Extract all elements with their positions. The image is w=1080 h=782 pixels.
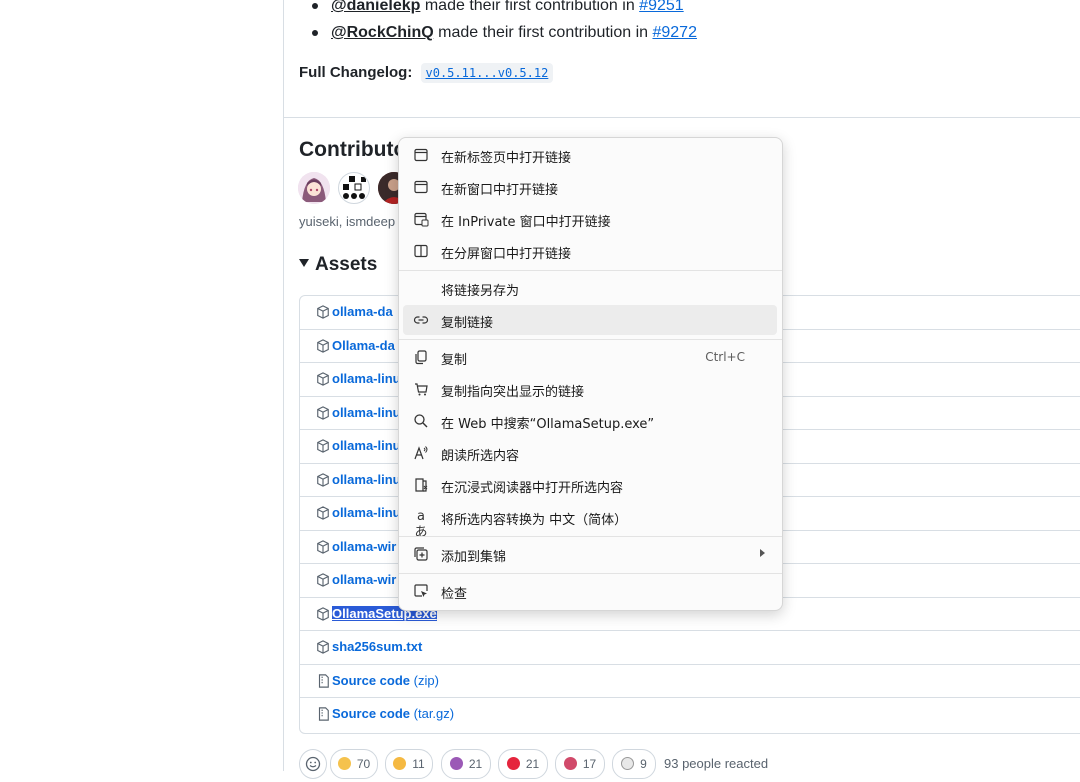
menu-separator: [399, 536, 782, 537]
table-row: Source code (zip): [300, 664, 1080, 698]
package-icon: [317, 406, 329, 420]
compare-link[interactable]: v0.5.11...v0.5.12: [420, 63, 554, 83]
reaction-eyes[interactable]: 9: [612, 749, 656, 779]
new-contributors-list: @danielekp made their first contribution…: [312, 0, 697, 46]
menu-item-open-inprivate[interactable]: 在 InPrivate 窗口中打开链接: [403, 204, 777, 234]
immersive-reader-icon: [415, 478, 428, 492]
user-link[interactable]: @danielekp: [331, 0, 420, 14]
triangle-down-icon: [299, 259, 309, 267]
package-icon: [317, 573, 329, 587]
reactions-summary: 93 people reacted: [664, 756, 769, 771]
chevron-right-icon: [760, 549, 765, 557]
menu-item-copy-highlight-link[interactable]: 复制指向突出显示的链接: [403, 374, 777, 404]
asset-link[interactable]: Source code (zip): [332, 673, 439, 688]
package-icon: [317, 439, 329, 453]
asset-link[interactable]: ollama-linu: [332, 472, 401, 487]
menu-item-open-new-tab[interactable]: 在新标签页中打开链接: [403, 140, 777, 170]
menu-item-open-new-window[interactable]: 在新窗口中打开链接: [403, 172, 777, 202]
heart-icon: [506, 757, 520, 770]
package-icon: [317, 607, 329, 621]
pr-link[interactable]: #9272: [652, 24, 697, 41]
package-icon: [317, 305, 329, 319]
reaction-rocket[interactable]: 17: [555, 749, 605, 779]
avatar[interactable]: [298, 172, 330, 204]
user-link[interactable]: @RockChinQ: [331, 24, 434, 41]
search-icon: [414, 414, 428, 428]
eyes-icon: [621, 757, 635, 770]
reaction-thumbs-up[interactable]: 70: [330, 749, 378, 779]
thumbs-up-icon: [337, 757, 351, 770]
package-icon: [317, 372, 329, 386]
laugh-icon: [393, 757, 407, 770]
package-icon: [317, 473, 329, 487]
hooray-icon: [449, 757, 463, 770]
table-row: Source code (tar.gz): [300, 697, 1080, 731]
copy-highlight-link-icon: [415, 383, 428, 396]
translate-icon: aあ: [414, 509, 428, 540]
add-reaction-button[interactable]: [299, 749, 327, 779]
avatar[interactable]: [338, 172, 370, 204]
contributor-names: yuiseki, ismdeep: [299, 214, 396, 229]
menu-item-add-to-collections[interactable]: 添加到集锦: [403, 539, 777, 569]
asset-link[interactable]: ollama-wir: [332, 572, 396, 587]
collections-icon: [414, 547, 428, 561]
package-icon: [317, 540, 329, 554]
package-icon: [317, 506, 329, 520]
menu-item-inspect[interactable]: 检查: [403, 576, 777, 606]
smiley-icon: [305, 756, 321, 772]
menu-item-immersive-reader[interactable]: 在沉浸式阅读器中打开所选内容: [403, 470, 777, 500]
file-zip-icon: [318, 707, 329, 721]
menu-separator: [399, 339, 782, 340]
full-changelog: Full Changelog: v0.5.11...v0.5.12: [299, 63, 554, 83]
new-window-icon: [414, 180, 428, 194]
new-tab-icon: [414, 148, 428, 162]
menu-separator: [399, 573, 782, 574]
asset-link[interactable]: ollama-linu: [332, 438, 401, 453]
menu-item-save-link-as[interactable]: 将链接另存为: [403, 273, 777, 303]
menu-item-open-split-screen[interactable]: 在分屏窗口中打开链接: [403, 236, 777, 266]
menu-item-read-aloud[interactable]: 朗读所选内容: [403, 438, 777, 468]
menu-item-copy-link[interactable]: 复制链接: [403, 305, 777, 335]
package-icon: [317, 640, 329, 654]
assets-toggle[interactable]: Assets: [299, 254, 377, 276]
copy-icon: [415, 350, 427, 365]
asset-link[interactable]: ollama-da: [332, 304, 393, 319]
reaction-laugh[interactable]: 11: [385, 749, 433, 779]
divider: [284, 117, 1080, 118]
asset-link[interactable]: Source code (tar.gz): [332, 706, 454, 721]
asset-link[interactable]: sha256sum.txt: [332, 639, 422, 654]
read-aloud-icon: [414, 446, 428, 460]
split-screen-icon: [414, 244, 428, 258]
inprivate-window-icon: [414, 212, 429, 227]
rocket-icon: [563, 757, 577, 770]
reaction-hooray[interactable]: 21: [441, 749, 491, 779]
menu-item-translate[interactable]: aあ 将所选内容转换为 中文（简体）: [403, 502, 777, 540]
table-row: sha256sum.txt: [300, 630, 1080, 664]
pr-link[interactable]: #9251: [639, 0, 684, 14]
menu-separator: [399, 270, 782, 271]
asset-link[interactable]: ollama-linu: [332, 405, 401, 420]
asset-link[interactable]: ollama-wir: [332, 539, 396, 554]
list-item: @RockChinQ made their first contribution…: [312, 19, 697, 46]
menu-item-web-search[interactable]: 在 Web 中搜索“OllamaSetup.exe”: [403, 406, 777, 436]
package-icon: [317, 339, 329, 353]
anime-avatar-icon: [298, 172, 330, 204]
left-panel: [0, 0, 284, 771]
asset-link[interactable]: ollama-linu: [332, 505, 401, 520]
inspect-icon: [414, 584, 428, 597]
link-icon: [413, 316, 429, 324]
menu-item-copy[interactable]: 复制 Ctrl+C: [403, 342, 777, 372]
asset-link[interactable]: Ollama-da: [332, 338, 395, 353]
context-menu: 在新标签页中打开链接 在新窗口中打开链接 在 InPrivate 窗口中打开链接…: [398, 137, 783, 611]
asset-link[interactable]: ollama-linu: [332, 371, 401, 386]
reaction-heart[interactable]: 21: [498, 749, 548, 779]
list-item: @danielekp made their first contribution…: [312, 0, 697, 19]
file-zip-icon: [318, 674, 329, 688]
pattern-avatar-icon: [343, 176, 366, 199]
